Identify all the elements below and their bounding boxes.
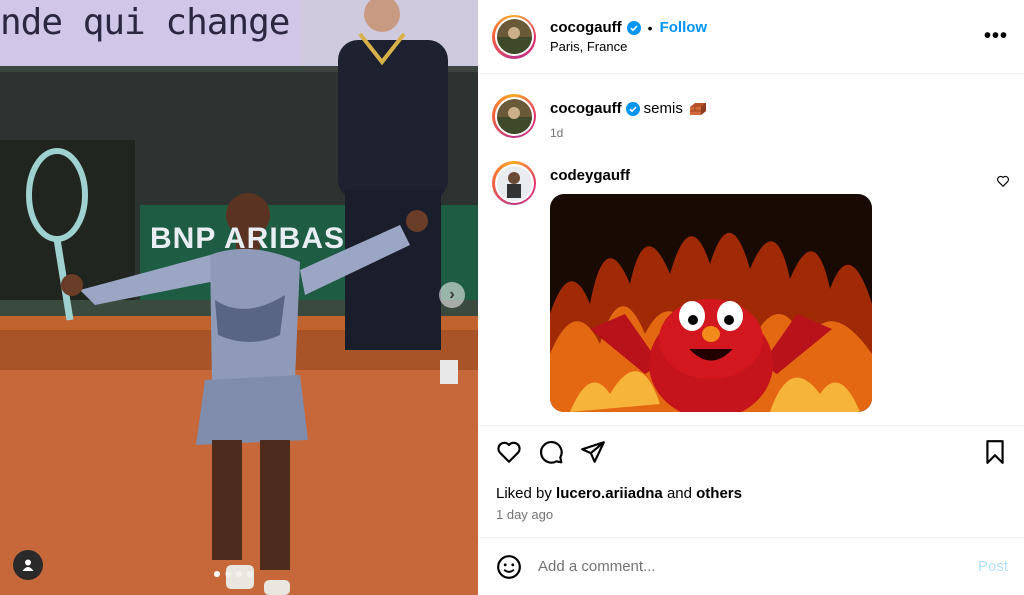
bookmark-icon[interactable]: [982, 439, 1008, 465]
post-timestamp: 1 day ago: [496, 507, 554, 522]
caption-username[interactable]: cocogauff: [550, 100, 622, 117]
sponsor-text: BNP ARIBAS: [150, 222, 346, 255]
avatar[interactable]: [492, 161, 536, 205]
caption: cocogauff semis 1d: [478, 74, 1024, 140]
heart-icon[interactable]: [996, 174, 1010, 188]
divider: [478, 425, 1024, 426]
comment-username[interactable]: codeygauff: [550, 167, 872, 184]
avatar[interactable]: [492, 94, 536, 138]
avatar[interactable]: [492, 14, 536, 59]
carousel-dot: [225, 571, 231, 577]
brick-emoji-icon: [689, 102, 706, 115]
post-button[interactable]: Post: [978, 558, 1008, 575]
separator-dot: •: [647, 19, 653, 36]
tennis-photo: [0, 0, 478, 595]
follow-button[interactable]: Follow: [660, 19, 708, 36]
verified-badge-icon: [625, 101, 640, 116]
heart-icon[interactable]: [496, 439, 522, 465]
location-link[interactable]: Paris, France: [550, 39, 707, 54]
emoji-icon[interactable]: [496, 554, 522, 580]
likes-summary: Liked by lucero.ariiadna and others: [496, 485, 742, 502]
avatar-image: [496, 165, 532, 201]
liker-username[interactable]: lucero.ariiadna: [556, 485, 663, 502]
post-viewer: nde qui change BNP ARIBAS › cocogauff • …: [0, 0, 1024, 595]
more-horizontal-icon[interactable]: •••: [984, 25, 1008, 48]
comment-input[interactable]: [538, 558, 978, 575]
comment-icon[interactable]: [538, 439, 564, 465]
caption-time: 1d: [550, 126, 564, 140]
post-side-panel: cocogauff • Follow Paris, France ••• coc…: [478, 0, 1024, 595]
elmo-fire-gif: [550, 194, 872, 412]
person-icon[interactable]: [13, 550, 43, 580]
carousel-indicator: [214, 571, 253, 577]
avatar-image: [496, 19, 532, 54]
likes-and: and: [666, 485, 692, 502]
caption-text: semis: [643, 100, 683, 117]
post-header: cocogauff • Follow Paris, France •••: [478, 0, 1024, 74]
likes-prefix: Liked by: [496, 485, 552, 502]
post-media[interactable]: nde qui change BNP ARIBAS ›: [0, 0, 478, 595]
avatar-image: [496, 98, 532, 134]
username-link[interactable]: cocogauff: [550, 19, 622, 36]
comment-composer: Post: [478, 537, 1024, 595]
action-bar: [478, 437, 1024, 467]
likes-others-link[interactable]: others: [696, 485, 742, 502]
send-icon[interactable]: [580, 439, 606, 465]
carousel-dot: [247, 571, 253, 577]
comment-item: codeygauff: [478, 140, 1024, 412]
verified-badge-icon: [626, 20, 641, 35]
banner-text: nde qui change: [0, 2, 290, 43]
carousel-dot: [236, 571, 242, 577]
chevron-right-icon[interactable]: ›: [439, 282, 465, 308]
carousel-dot-active: [214, 571, 220, 577]
